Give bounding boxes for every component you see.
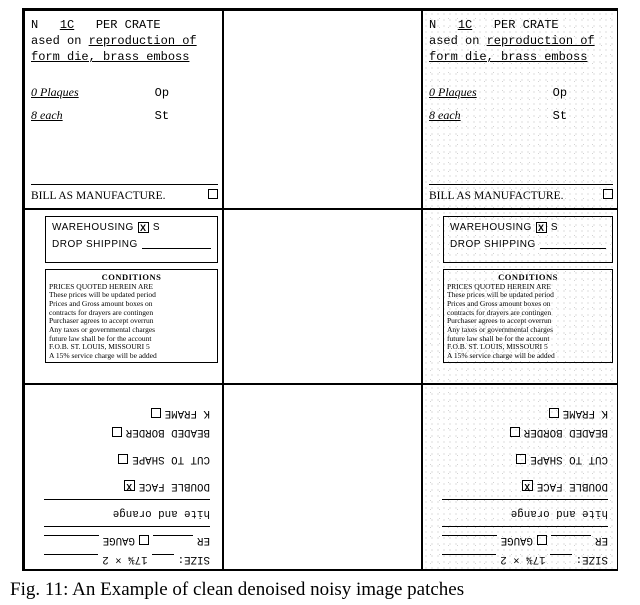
checkbox-icon: [112, 427, 122, 437]
checkbox-icon: [537, 535, 547, 545]
checkbox-icon: [118, 454, 128, 464]
patch-denoised-r1: [223, 10, 422, 209]
patch-noisy-r3: SIZE:17¾ × 2 ER GAUGE hite and orange DO…: [422, 384, 618, 570]
checkbox-icon: [139, 535, 149, 545]
patch-noisy-r1: N 1C PER CRATE ased on reproduction of f…: [422, 10, 618, 209]
patch-denoised-r2: [223, 209, 422, 384]
patch-clean-r2: WAREHOUSINGXS DROP SHIPPING CONDITIONS P…: [24, 209, 223, 384]
checkbox-icon: [151, 408, 161, 418]
checkbox-icon: [516, 454, 526, 464]
checkbox-icon: X: [536, 222, 547, 233]
patch-denoised-r3: [223, 384, 422, 570]
figure-grid: N 1C PER CRATE ased on reproduction of f…: [22, 8, 618, 571]
checkbox-icon: [549, 408, 559, 418]
patch-clean-r3: SIZE:17¾ × 2 ER GAUGE hite and orange DO…: [24, 384, 223, 570]
checkbox-icon: X: [522, 481, 533, 492]
patch-noisy-r2: WAREHOUSINGXS DROP SHIPPING CONDITIONS P…: [422, 209, 618, 384]
checkbox-icon: X: [124, 481, 135, 492]
checkbox-icon: [510, 427, 520, 437]
checkbox-icon: X: [138, 222, 149, 233]
checkbox-icon: [208, 189, 218, 199]
figure-caption: Fig. 11: An Example of clean denoised no…: [10, 579, 464, 601]
patch-clean-r1: N 1C PER CRATE ased on reproduction of f…: [24, 10, 223, 209]
checkbox-icon: [603, 189, 613, 199]
